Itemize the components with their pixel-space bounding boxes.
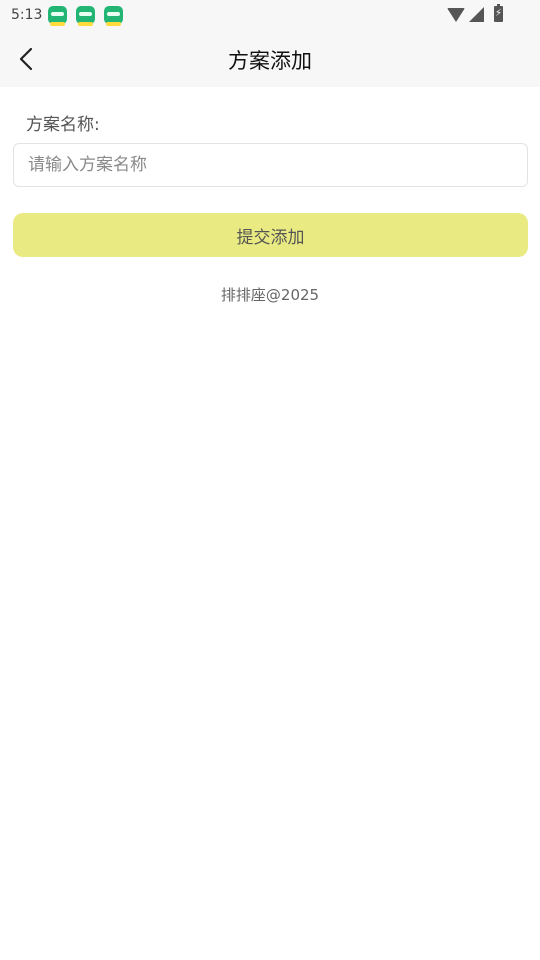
plan-name-label: 方案名称: [26, 115, 100, 135]
footer-copyright: 排排座@2025 [220, 286, 320, 304]
submit-button[interactable]: 提交添加 [13, 213, 528, 257]
battery-charging-icon [494, 4, 503, 22]
plan-name-input[interactable] [13, 143, 528, 187]
app-notification-icon [104, 6, 123, 26]
status-time: 5:13 [11, 7, 43, 23]
wifi-icon [447, 8, 465, 22]
signal-icon [469, 7, 484, 22]
status-bar: 5:13 [0, 0, 540, 30]
app-notification-icon [76, 6, 95, 26]
navigation-bar: 方案添加 [0, 30, 540, 87]
page-title: 方案添加 [228, 49, 312, 73]
app-notification-icon [48, 6, 67, 26]
